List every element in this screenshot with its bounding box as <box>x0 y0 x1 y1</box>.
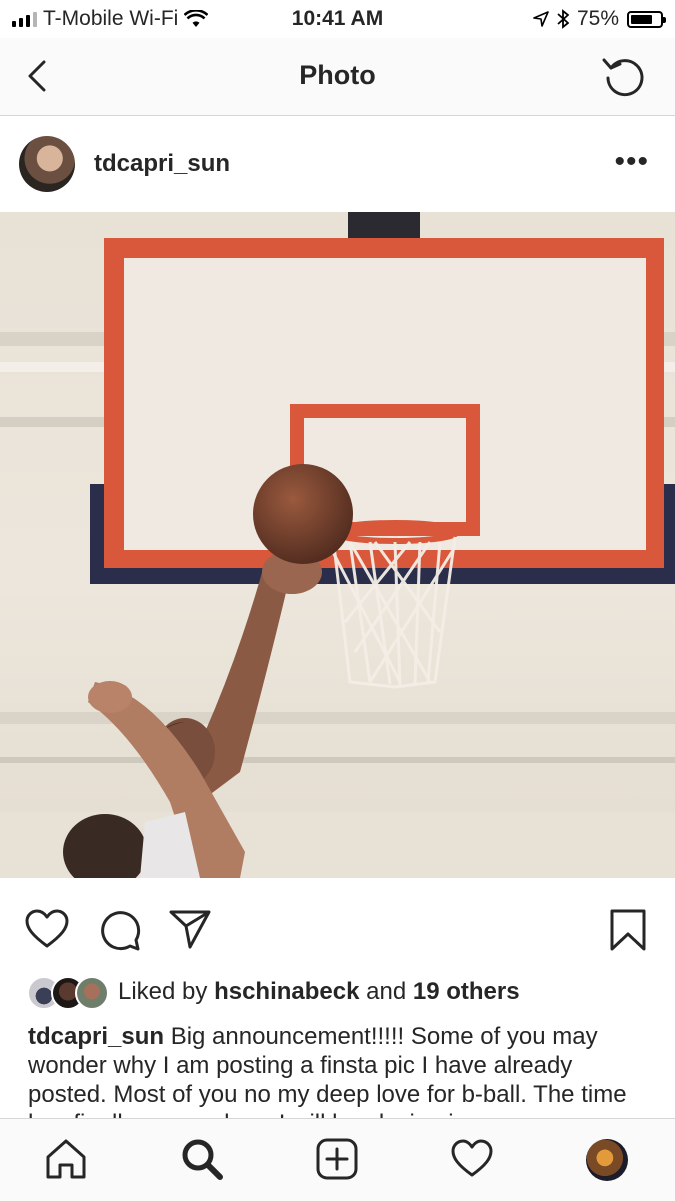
likes-middle: and <box>359 978 413 1005</box>
author-avatar[interactable] <box>19 136 75 192</box>
bookmark-icon[interactable] <box>608 908 648 952</box>
nav-bar: Photo <box>0 38 675 116</box>
heart-icon[interactable] <box>24 908 70 950</box>
status-bar: T-Mobile Wi-Fi 10:41 AM 75% <box>0 0 675 38</box>
post-caption: tdcapri_sun Big announcement!!!!! Some o… <box>28 1022 653 1118</box>
liker-username[interactable]: hschinabeck <box>214 978 359 1005</box>
location-arrow-icon <box>533 11 549 27</box>
likes-prefix: Liked by <box>118 978 215 1005</box>
status-right: 75% <box>533 7 666 31</box>
post-actions <box>0 900 675 960</box>
battery-percent: 75% <box>576 7 619 30</box>
add-post-icon[interactable] <box>315 1137 359 1181</box>
likes-summary[interactable]: Liked by hschinabeck and 19 others <box>118 978 520 1006</box>
caption-author[interactable]: tdcapri_sun <box>28 1023 164 1050</box>
post-photo[interactable] <box>0 212 675 878</box>
page-title: Photo <box>299 60 376 90</box>
author-username[interactable]: tdcapri_sun <box>94 150 230 178</box>
profile-avatar[interactable] <box>586 1139 628 1181</box>
post-header: tdcapri_sun ••• <box>0 116 675 212</box>
home-icon[interactable] <box>44 1137 88 1181</box>
likes-row: Liked by hschinabeck and 19 others <box>0 972 675 1012</box>
battery-icon <box>627 10 666 28</box>
bluetooth-icon <box>557 9 569 29</box>
liker-avatar <box>75 976 109 1010</box>
likes-others[interactable]: 19 others <box>413 978 520 1005</box>
more-options-icon[interactable]: ••• <box>614 147 649 177</box>
liker-avatars[interactable] <box>27 976 109 1010</box>
comment-icon[interactable] <box>98 908 142 952</box>
search-icon[interactable] <box>180 1137 224 1181</box>
basketball-photo <box>0 212 675 878</box>
paper-plane-icon[interactable] <box>168 908 212 950</box>
activity-heart-icon[interactable] <box>450 1137 494 1181</box>
refresh-icon[interactable] <box>601 54 647 100</box>
tab-bar <box>0 1118 675 1201</box>
